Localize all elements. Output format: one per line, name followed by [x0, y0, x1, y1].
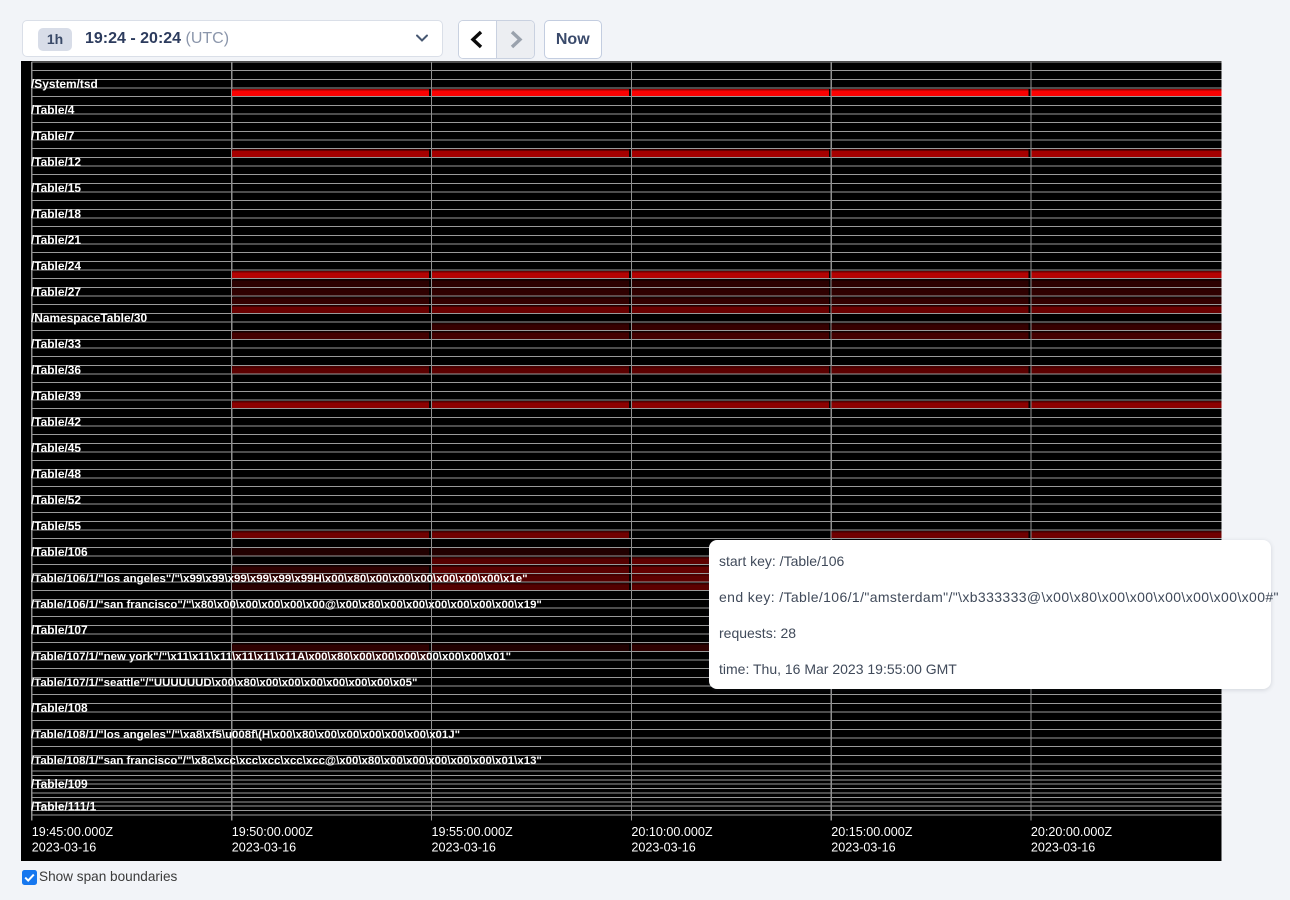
svg-text:/Table/24: /Table/24	[31, 259, 81, 273]
svg-text:/Table/108/1/"san francisco"/": /Table/108/1/"san francisco"/"\x8c\xcc\x…	[31, 755, 542, 767]
svg-text:/Table/45: /Table/45	[31, 441, 81, 455]
svg-text:/Table/36: /Table/36	[31, 363, 81, 377]
svg-text:/Table/55: /Table/55	[31, 519, 81, 533]
svg-text:19:55:00.000Z: 19:55:00.000Z	[432, 825, 514, 839]
svg-text:/Table/111/1: /Table/111/1	[31, 800, 97, 814]
svg-text:/Table/108: /Table/108	[31, 701, 88, 715]
svg-text:/NamespaceTable/30: /NamespaceTable/30	[31, 311, 147, 325]
svg-text:/System/tsd: /System/tsd	[31, 77, 98, 91]
svg-text:2023-03-16: 2023-03-16	[1031, 841, 1095, 855]
svg-text:/Table/18: /Table/18	[31, 207, 81, 221]
svg-text:19:45:00.000Z: 19:45:00.000Z	[32, 825, 114, 839]
svg-text:20:20:00.000Z: 20:20:00.000Z	[1031, 825, 1113, 839]
svg-text:19:50:00.000Z: 19:50:00.000Z	[232, 825, 314, 839]
svg-text:2023-03-16: 2023-03-16	[831, 841, 895, 855]
svg-text:/Table/106/1/"los angeles"/"\x: /Table/106/1/"los angeles"/"\x99\x99\x99…	[31, 573, 528, 585]
svg-text:2023-03-16: 2023-03-16	[432, 841, 496, 855]
svg-text:/Table/106/1/"san francisco"/": /Table/106/1/"san francisco"/"\x80\x00\x…	[31, 599, 542, 611]
svg-text:/Table/12: /Table/12	[31, 155, 81, 169]
svg-text:/Table/106: /Table/106	[31, 545, 88, 559]
svg-text:/Table/52: /Table/52	[31, 493, 81, 507]
svg-text:/Table/107: /Table/107	[31, 623, 88, 637]
svg-text:/Table/4: /Table/4	[31, 103, 75, 117]
svg-text:/Table/33: /Table/33	[31, 337, 81, 351]
svg-text:/Table/42: /Table/42	[31, 415, 81, 429]
svg-text:/Table/27: /Table/27	[31, 285, 81, 299]
svg-text:/Table/7: /Table/7	[31, 129, 75, 143]
svg-text:/Table/48: /Table/48	[31, 467, 81, 481]
svg-text:/Table/107/1/"new york"/"\x11\: /Table/107/1/"new york"/"\x11\x11\x11\x1…	[31, 651, 511, 663]
svg-text:20:15:00.000Z: 20:15:00.000Z	[831, 825, 913, 839]
svg-text:/Table/107/1/"seattle"/"UUUUUU: /Table/107/1/"seattle"/"UUUUUUD\x00\x80\…	[31, 677, 417, 689]
svg-text:2023-03-16: 2023-03-16	[631, 841, 695, 855]
svg-text:20:10:00.000Z: 20:10:00.000Z	[631, 825, 713, 839]
svg-text:2023-03-16: 2023-03-16	[232, 841, 296, 855]
svg-text:/Table/21: /Table/21	[31, 233, 81, 247]
svg-text:/Table/15: /Table/15	[31, 181, 81, 195]
svg-text:/Table/39: /Table/39	[31, 389, 81, 403]
svg-text:2023-03-16: 2023-03-16	[32, 841, 96, 855]
svg-text:/Table/108/1/"los angeles"/"\x: /Table/108/1/"los angeles"/"\xa8\xf5\u00…	[31, 729, 460, 741]
svg-text:/Table/109: /Table/109	[31, 777, 88, 791]
